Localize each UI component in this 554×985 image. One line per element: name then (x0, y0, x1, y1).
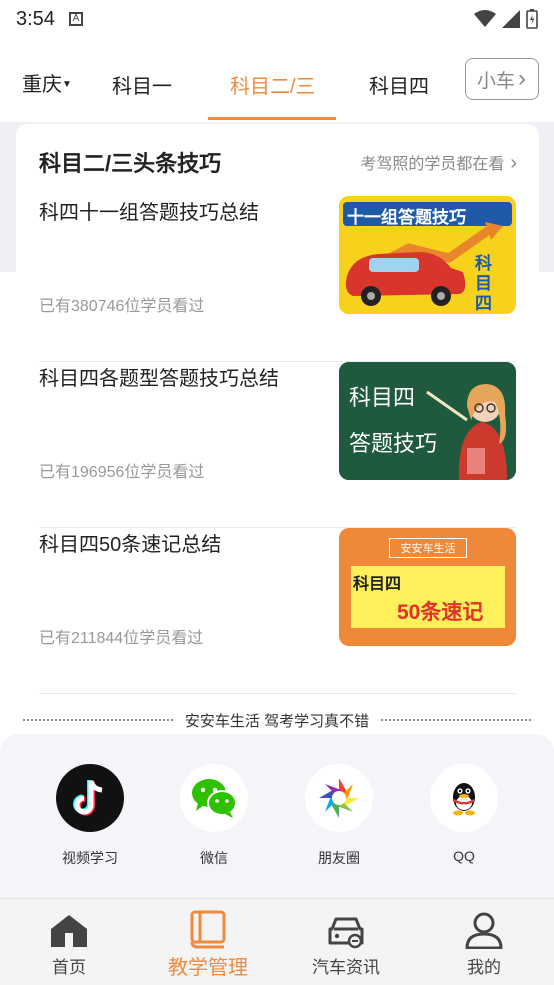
car-icon (286, 909, 406, 949)
nav-car-news-label: 汽车资讯 (312, 958, 380, 977)
nav-car-news[interactable]: 汽车资讯 (286, 909, 406, 978)
slogan-text: 安安车生活 驾考学习真不错 (184, 712, 370, 730)
status-icons (474, 9, 538, 29)
signal-icon (502, 10, 520, 28)
nav-teaching-label: 教学管理 (168, 957, 248, 979)
thumbnail-banner-text: 十一组答题技巧 (347, 208, 466, 227)
share-wechat-label: 微信 (200, 850, 228, 866)
city-selector[interactable]: 重庆▼ (22, 68, 72, 97)
battery-icon (526, 9, 538, 29)
section-more-link[interactable]: 考驾照的学员都在看 › (360, 150, 517, 175)
thumbnail-line-two: 答题技巧 (349, 432, 438, 457)
article-title: 科四十一组答题技巧总结 (39, 202, 259, 224)
status-bar: 3:54 A (0, 0, 554, 38)
share-moments-button[interactable]: 朋友圈 (289, 764, 389, 868)
nav-profile-label: 我的 (467, 958, 501, 977)
article-title: 科目四各题型答题技巧总结 (39, 368, 279, 390)
thumbnail-line-one: 科目四 (353, 576, 402, 593)
article-item[interactable]: 科目四各题型答题技巧总结 已有196956位学员看过 科目四 答题技巧 (39, 362, 516, 528)
share-qq-button[interactable]: QQ (414, 764, 514, 864)
active-tab-indicator (208, 117, 336, 120)
tab-small-car-label: 小车 (477, 70, 516, 92)
top-tab-bar: 重庆▼ 科目一 科目二/三 科目四 小车 › (0, 50, 554, 120)
article-title: 科目四50条速记总结 (39, 534, 222, 556)
section-subtitle: 考驾照的学员都在看 (360, 156, 505, 173)
article-view-count: 已有380746位学员看过 (39, 298, 205, 315)
nav-home-label: 首页 (52, 958, 86, 977)
thumbnail-line-two: 50条速记 (397, 601, 484, 624)
book-icon (148, 909, 268, 949)
user-icon (424, 909, 544, 949)
dropdown-caret-icon: ▼ (62, 79, 72, 90)
article-thumbnail: 安安车生活 科目四 50条速记 (339, 528, 516, 646)
divider-line (381, 719, 532, 721)
thumbnail-line-one: 科目四 (349, 386, 416, 411)
tab-subject-one[interactable]: 科目一 (112, 70, 172, 99)
share-video-button[interactable]: 视频学习 (40, 764, 140, 868)
qq-icon (430, 764, 498, 832)
wifi-icon (474, 10, 496, 27)
home-icon (9, 909, 129, 949)
nav-teaching[interactable]: 教学管理 (148, 909, 268, 980)
share-wechat-button[interactable]: 微信 (164, 764, 264, 868)
tab-small-car[interactable]: 小车 › (465, 58, 539, 100)
tiktok-icon (56, 764, 124, 832)
share-moments-label: 朋友圈 (318, 850, 360, 866)
article-item[interactable]: 科四十一组答题技巧总结 已有380746位学员看过 十一组答题技巧 科目四 (39, 196, 516, 362)
share-video-label: 视频学习 (62, 850, 118, 866)
chevron-right-icon: › (510, 152, 517, 174)
share-panel: 视频学习 微信 朋友圈 QQ (0, 734, 554, 900)
article-view-count: 已有211844位学员看过 (39, 630, 204, 647)
status-time: 3:54 (16, 7, 55, 30)
tab-subject-four[interactable]: 科目四 (369, 70, 429, 99)
slogan-divider: 安安车生活 驾考学习真不错 (23, 708, 532, 732)
chevron-right-icon: › (518, 65, 527, 92)
headline-tips-card: 科目二/三头条技巧 考驾照的学员都在看 › 科四十一组答题技巧总结 已有38074… (16, 124, 539, 704)
nav-profile[interactable]: 我的 (424, 909, 544, 978)
article-item[interactable]: 科目四50条速记总结 已有211844位学员看过 安安车生活 科目四 50条速记 (39, 528, 516, 694)
thumbnail-side-text: 科目四 (475, 254, 492, 313)
wechat-icon (180, 764, 248, 832)
divider-line (23, 719, 173, 721)
moments-icon (305, 764, 373, 832)
article-view-count: 已有196956位学员看过 (39, 464, 205, 481)
brand-badge: 安安车生活 (389, 538, 467, 558)
notification-icon: A (68, 12, 83, 26)
bottom-nav: 首页 教学管理 汽车资讯 我的 (0, 898, 554, 985)
nav-home[interactable]: 首页 (9, 909, 129, 978)
section-title: 科目二/三头条技巧 (39, 151, 222, 176)
tab-subject-two-three[interactable]: 科目二/三 (230, 70, 316, 99)
article-thumbnail: 十一组答题技巧 科目四 (339, 196, 516, 314)
article-thumbnail: 科目四 答题技巧 (339, 362, 516, 480)
thumbnail-brand-text: 安安车生活 (400, 543, 456, 555)
share-qq-label: QQ (453, 848, 475, 864)
city-label: 重庆 (22, 74, 62, 96)
